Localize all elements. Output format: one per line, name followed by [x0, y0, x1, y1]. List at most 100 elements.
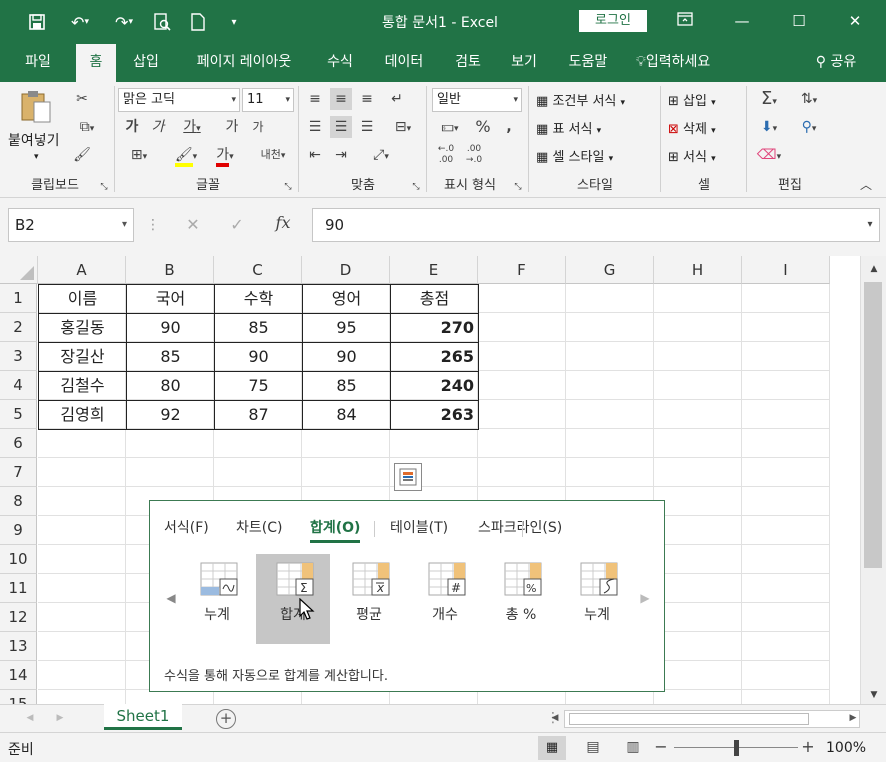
cell[interactable]	[478, 429, 566, 458]
cell[interactable]	[742, 313, 830, 342]
table-header-cell[interactable]: 영어	[302, 284, 391, 314]
insert-cells-button[interactable]: ⊞ 삽입 ▾	[668, 90, 716, 109]
table-cell[interactable]: 김영희	[38, 400, 127, 430]
table-cell[interactable]: 85	[302, 371, 391, 401]
table-cell[interactable]: 김철수	[38, 371, 127, 401]
align-center-icon[interactable]: ☰	[330, 116, 352, 138]
undo-icon[interactable]: ↶ ▾	[60, 11, 100, 33]
table-cell[interactable]: 홍길동	[38, 313, 127, 343]
tab-review[interactable]: 검토	[446, 44, 490, 82]
qa-tab-sparklines[interactable]: 스파크라인(S)	[478, 517, 562, 537]
italic-icon[interactable]: 가	[150, 116, 166, 138]
cell[interactable]	[38, 690, 126, 704]
quick-analysis-button[interactable]	[394, 463, 422, 491]
horizontal-scrollbar[interactable]	[564, 710, 860, 728]
column-header[interactable]: I	[742, 256, 830, 284]
qa-tab-totals[interactable]: 합계(O)	[310, 517, 361, 543]
zoom-level[interactable]: 100%	[826, 740, 866, 756]
cell[interactable]	[214, 690, 302, 704]
new-sheet-icon[interactable]: +	[216, 709, 236, 729]
zoom-out-icon[interactable]: −	[654, 736, 668, 758]
cell[interactable]	[478, 458, 566, 487]
dialog-launcher-icon[interactable]: ⤡	[410, 176, 422, 198]
table-header-cell[interactable]: 이름	[38, 284, 127, 314]
merge-center-icon[interactable]: ⊟▾	[384, 116, 422, 140]
clear-icon[interactable]: ⌫▾	[754, 144, 784, 168]
cell[interactable]	[566, 429, 654, 458]
page-layout-view-icon[interactable]: ▤	[580, 736, 606, 758]
table-cell[interactable]: 92	[126, 400, 215, 430]
cell[interactable]	[654, 313, 742, 342]
cell[interactable]	[654, 429, 742, 458]
cell[interactable]	[566, 342, 654, 371]
cell[interactable]	[566, 458, 654, 487]
dialog-launcher-icon[interactable]: ⤡	[98, 176, 110, 198]
cell[interactable]	[654, 284, 742, 313]
row-header[interactable]: 15	[0, 690, 37, 704]
align-bottom-icon[interactable]: ≡	[356, 88, 378, 110]
table-cell[interactable]: 265	[390, 342, 479, 372]
tab-formulas[interactable]: 수식	[318, 44, 362, 82]
cell[interactable]	[38, 487, 126, 516]
font-name-combo[interactable]: 맑은 고딕 ▾	[118, 88, 240, 112]
dialog-launcher-icon[interactable]: ⤡	[282, 176, 294, 198]
cell[interactable]	[742, 400, 830, 429]
cell[interactable]	[742, 603, 830, 632]
qa-item-running-total-rows[interactable]: 누계	[180, 554, 254, 644]
table-cell[interactable]: 장길산	[38, 342, 127, 372]
underline-icon[interactable]: 가▾	[174, 116, 210, 140]
autosum-icon[interactable]: Σ▾	[754, 88, 784, 113]
next-sheet-icon[interactable]: ▶	[52, 707, 68, 729]
cell[interactable]	[654, 574, 742, 603]
table-cell[interactable]: 87	[214, 400, 303, 430]
cell[interactable]	[390, 429, 478, 458]
increase-font-icon[interactable]: 가	[224, 116, 240, 138]
table-cell[interactable]: 95	[302, 313, 391, 343]
format-as-table-button[interactable]: ▦ 표 서식 ▾	[536, 118, 601, 137]
new-document-icon[interactable]	[186, 11, 210, 33]
cell[interactable]	[566, 400, 654, 429]
delete-cells-button[interactable]: ⊠ 삭제 ▾	[668, 118, 716, 137]
tab-home[interactable]: 홈	[76, 44, 116, 82]
cell[interactable]	[654, 632, 742, 661]
table-cell[interactable]: 90	[214, 342, 303, 372]
accounting-format-icon[interactable]: 💵︎▾	[432, 116, 468, 140]
cell[interactable]	[566, 313, 654, 342]
row-header[interactable]: 6	[0, 429, 37, 458]
collapse-ribbon-icon[interactable]: ︿	[856, 174, 876, 196]
table-cell[interactable]: 85	[126, 342, 215, 372]
prev-sheet-icon[interactable]: ◀	[22, 707, 38, 729]
table-cell[interactable]: 240	[390, 371, 479, 401]
cell[interactable]	[654, 516, 742, 545]
page-break-view-icon[interactable]: ▥	[620, 736, 646, 758]
cell[interactable]	[302, 429, 390, 458]
row-header[interactable]: 10	[0, 545, 37, 574]
paste-icon[interactable]	[18, 88, 54, 124]
find-select-icon[interactable]: ⚲▾	[792, 116, 826, 140]
row-header[interactable]: 13	[0, 632, 37, 661]
print-preview-icon[interactable]	[150, 11, 174, 33]
row-header[interactable]: 3	[0, 342, 37, 371]
cell-styles-button[interactable]: ▦ 셀 스타일 ▾	[536, 146, 613, 165]
formula-input[interactable]: 90	[312, 208, 880, 242]
scroll-left-icon[interactable]: ◀	[548, 707, 562, 729]
cell[interactable]	[38, 545, 126, 574]
expand-formula-bar-icon[interactable]: ▾	[860, 214, 880, 236]
column-header[interactable]: A	[38, 256, 126, 284]
vertical-scrollbar[interactable]: ▲ ▼	[860, 256, 886, 704]
row-header[interactable]: 14	[0, 661, 37, 690]
cell[interactable]	[38, 458, 126, 487]
table-cell[interactable]: 84	[302, 400, 391, 430]
orientation-icon[interactable]: ⤢▾	[364, 144, 398, 168]
format-cells-button[interactable]: ⊞ 서식 ▾	[668, 146, 716, 165]
cell[interactable]	[654, 458, 742, 487]
fill-color-icon[interactable]: 🖌︎▾	[168, 144, 204, 168]
paste-button[interactable]: 붙여넣기	[8, 130, 60, 150]
cell[interactable]	[478, 690, 566, 704]
qa-item-sum-columns[interactable]: Σ 합계	[256, 554, 330, 644]
qa-item-average[interactable]: x 평균	[332, 554, 406, 644]
cell[interactable]	[654, 342, 742, 371]
cell[interactable]	[742, 371, 830, 400]
cell[interactable]	[654, 487, 742, 516]
cell[interactable]	[478, 371, 566, 400]
